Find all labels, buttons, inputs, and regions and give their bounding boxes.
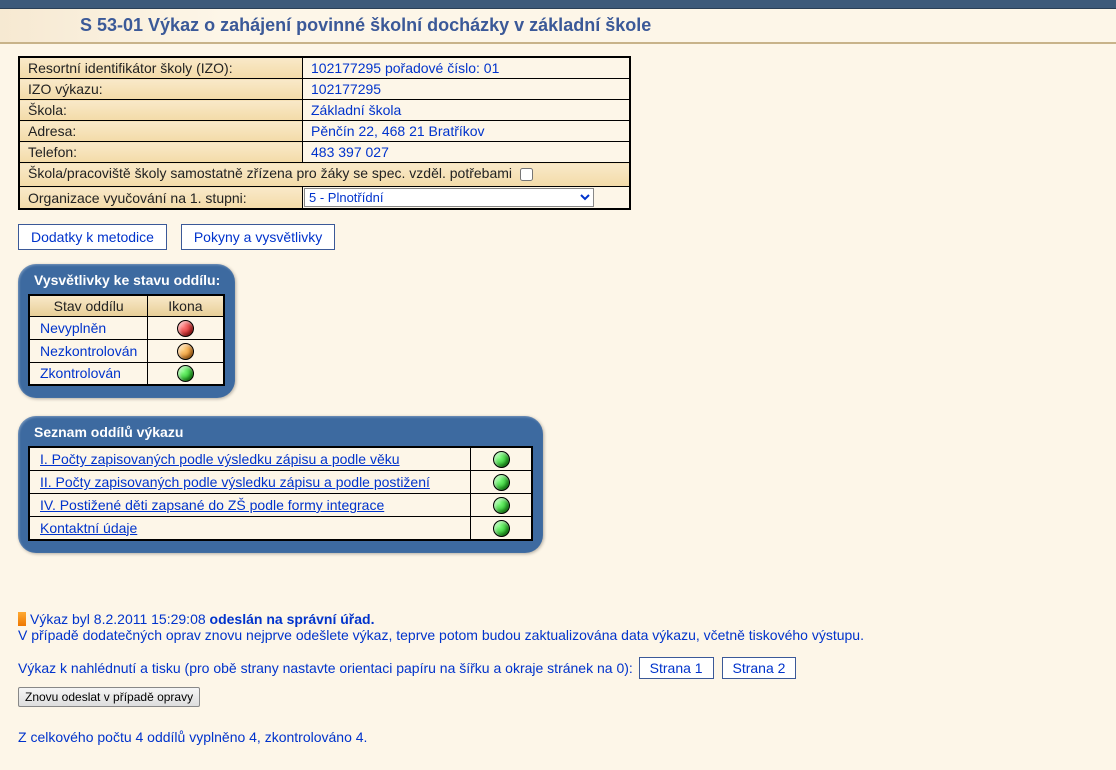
dodatky-button[interactable]: Dodatky k metodice xyxy=(18,224,167,250)
spec-row: Škola/pracoviště školy samostatně zřízen… xyxy=(19,163,630,187)
status-dot-orange-icon xyxy=(177,343,194,360)
status-line2: V případě dodatečných oprav znovu nejprv… xyxy=(18,627,1098,643)
legend-table: Stav oddílu Ikona NevyplněnNezkontrolová… xyxy=(28,294,225,386)
status-dot-green-icon xyxy=(177,365,194,382)
legend-state-label: Nezkontrolován xyxy=(29,339,148,362)
legend-panel: Vysvětlivky ke stavu oddílu: Stav oddílu… xyxy=(18,264,235,398)
sections-title: Seznam oddílů výkazu xyxy=(28,422,533,446)
izo2-value: 102177295 xyxy=(303,79,631,100)
spec-label: Škola/pracoviště školy samostatně zřízen… xyxy=(28,165,512,181)
legend-icon-cell xyxy=(148,339,224,362)
status-dot-green-icon xyxy=(493,520,510,537)
section-link[interactable]: I. Počty zapisovaných podle výsledku záp… xyxy=(40,451,400,467)
status-block: Výkaz byl 8.2.2011 15:29:08 odeslán na s… xyxy=(18,611,1098,643)
section-link[interactable]: Kontaktní údaje xyxy=(40,520,137,536)
strana1-button[interactable]: Strana 1 xyxy=(639,657,714,679)
section-status-cell xyxy=(471,516,533,539)
section-row: II. Počty zapisovaných podle výsledku zá… xyxy=(29,471,471,494)
section-row: Kontaktní údaje xyxy=(29,516,471,539)
section-row: IV. Postižené děti zapsané do ZŠ podle f… xyxy=(29,493,471,516)
sections-table: I. Počty zapisovaných podle výsledku záp… xyxy=(28,446,533,540)
section-link[interactable]: IV. Postižené děti zapsané do ZŠ podle f… xyxy=(40,497,384,513)
phone-label: Telefon: xyxy=(19,142,303,163)
section-status-cell xyxy=(471,471,533,494)
legend-title: Vysvětlivky ke stavu oddílu: xyxy=(28,270,225,294)
strana2-button[interactable]: Strana 2 xyxy=(722,657,797,679)
legend-icon-cell xyxy=(148,362,224,385)
top-bar xyxy=(0,0,1116,9)
address-label: Adresa: xyxy=(19,121,303,142)
sections-panel: Seznam oddílů výkazu I. Počty zapisovaný… xyxy=(18,416,543,552)
izo2-label: IZO výkazu: xyxy=(19,79,303,100)
pokyny-button[interactable]: Pokyny a vysvětlivky xyxy=(181,224,335,250)
school-value: Základní škola xyxy=(303,100,631,121)
status-dot-green-icon xyxy=(493,474,510,491)
summary-text: Z celkového počtu 4 oddílů vyplněno 4, z… xyxy=(18,729,1098,745)
address-value: Pěnčín 22, 468 21 Bratříkov xyxy=(303,121,631,142)
legend-state-label: Zkontrolován xyxy=(29,362,148,385)
legend-icon-cell xyxy=(148,317,224,340)
izo-label: Resortní identifikátor školy (IZO): xyxy=(19,57,303,79)
status-dot-green-icon xyxy=(493,451,510,468)
legend-col-icon: Ikona xyxy=(148,295,224,317)
section-status-cell xyxy=(471,493,533,516)
legend-state-label: Nevyplněn xyxy=(29,317,148,340)
status-marker-icon xyxy=(18,612,26,626)
status-line1-prefix: Výkaz byl 8.2.2011 15:29:08 xyxy=(30,611,210,627)
section-status-cell xyxy=(471,447,533,470)
spec-checkbox[interactable] xyxy=(520,168,533,181)
page-title: S 53-01 Výkaz o zahájení povinné školní … xyxy=(0,9,1116,44)
status-dot-red-icon xyxy=(177,320,194,337)
section-link[interactable]: II. Počty zapisovaných podle výsledku zá… xyxy=(40,474,430,490)
status-line1-bold: odeslán na správní úřad. xyxy=(210,611,375,627)
legend-col-state: Stav oddílu xyxy=(29,295,148,317)
resend-button[interactable]: Znovu odeslat v případě opravy xyxy=(18,687,200,707)
org-label: Organizace vyučování na 1. stupni: xyxy=(19,187,303,210)
org-select[interactable]: 5 - Plnotřídní xyxy=(304,188,594,207)
preview-label: Výkaz k nahlédnutí a tisku (pro obě stra… xyxy=(18,660,637,676)
izo-value: 102177295 pořadové číslo: 01 xyxy=(303,57,631,79)
school-label: Škola: xyxy=(19,100,303,121)
phone-value: 483 397 027 xyxy=(303,142,631,163)
status-dot-green-icon xyxy=(493,497,510,514)
section-row: I. Počty zapisovaných podle výsledku záp… xyxy=(29,447,471,470)
school-info-table: Resortní identifikátor školy (IZO): 1021… xyxy=(18,56,631,210)
